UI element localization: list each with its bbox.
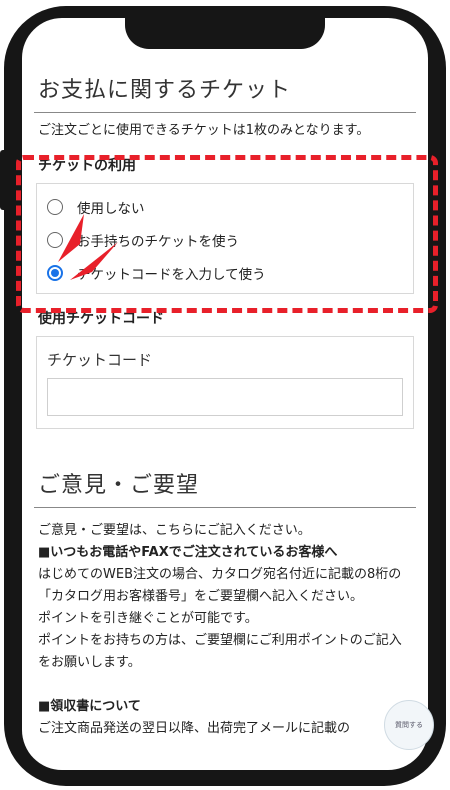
- ticket-code-box: チケットコード: [36, 336, 414, 429]
- phone-notch: [125, 17, 325, 49]
- phone-frame: お支払に関するチケット ご注文ごとに使用できるチケットは1枚のみとなります。 チ…: [0, 0, 450, 790]
- opinion-section-title: ご意見・ご要望: [34, 441, 416, 508]
- ticket-code-input[interactable]: [47, 378, 403, 416]
- opinion-line-bold: ■いつもお電話やFAXでご注文されているお客様へ: [38, 545, 338, 560]
- receipt-text: ご注文商品発送の翌日以降、出荷完了メールに記載の: [38, 721, 351, 736]
- opinion-line: はじめてのWEB注文の場合、カタログ宛名付近に記載の8桁の「カタログ用お客様番号…: [38, 567, 402, 604]
- opinion-line: ポイントをお持ちの方は、ご要望欄にご利用ポイントのご記入をお願いします。: [38, 633, 402, 670]
- ticket-section-title: お支払に関するチケット: [34, 54, 416, 113]
- ticket-description: ご注文ごとに使用できるチケットは1枚のみとなります。: [38, 123, 370, 138]
- receipt-heading: ■領収書について: [38, 699, 141, 714]
- phone-screen: お支払に関するチケット ご注文ごとに使用できるチケットは1枚のみとなります。 チ…: [22, 18, 428, 770]
- opinion-text: ご意見・ご要望は、こちらにご記入ください。 ■いつもお電話やFAXでご注文されて…: [34, 508, 416, 740]
- arrow-icon: [70, 242, 118, 280]
- opinion-line: ご意見・ご要望は、こちらにご記入ください。: [38, 523, 311, 538]
- ticket-code-label: チケットコード: [47, 351, 153, 369]
- chat-label: 質問する: [395, 721, 423, 729]
- chat-support-button[interactable]: 質問する: [384, 700, 434, 750]
- opinion-line: ポイントを引き継ぐことが可能です。: [38, 611, 258, 626]
